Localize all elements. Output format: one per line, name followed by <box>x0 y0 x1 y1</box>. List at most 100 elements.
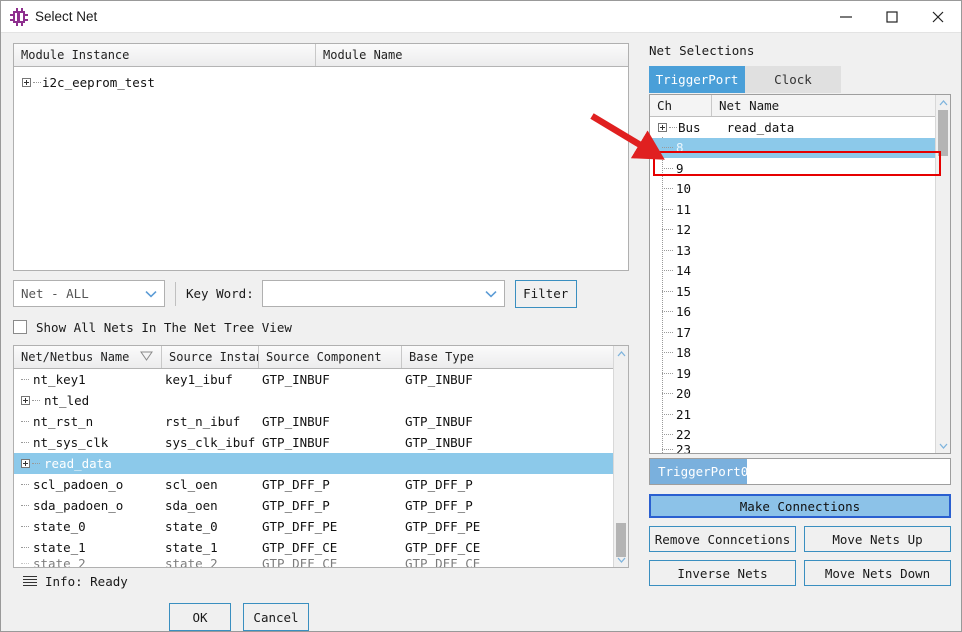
scroll-thumb[interactable] <box>616 523 626 557</box>
column-header-source-component[interactable]: Source Component <box>259 346 402 368</box>
channel-row-selected[interactable]: 8 <box>650 137 935 158</box>
table-row[interactable]: state_1 state_1 GTP_DFF_CE GTP_DFF_CE <box>14 537 613 558</box>
channel-row[interactable]: 10 <box>650 179 935 200</box>
minimize-button[interactable] <box>823 1 869 33</box>
base-type: GTP_INBUF <box>405 414 473 429</box>
inverse-nets-button[interactable]: Inverse Nets <box>649 560 796 586</box>
expand-icon[interactable] <box>658 122 667 132</box>
scroll-up-icon[interactable] <box>936 95 950 110</box>
channel-row[interactable]: 9 <box>650 158 935 179</box>
divider <box>175 281 176 306</box>
net-name: nt_sys_clk <box>33 435 109 450</box>
cancel-button[interactable]: Cancel <box>243 603 309 631</box>
scroll-up-icon[interactable] <box>614 346 628 361</box>
base-type: GTP_DFF_PE <box>405 519 481 534</box>
table-row[interactable]: nt_led <box>14 390 613 411</box>
scroll-thumb[interactable] <box>938 110 948 156</box>
tab-triggerport[interactable]: TriggerPort <box>649 66 745 93</box>
channel-row-bus[interactable]: Bus read_data <box>650 117 935 138</box>
net-table-scrollbar[interactable] <box>613 346 628 567</box>
channel-row[interactable]: 23 <box>650 445 935 453</box>
channel-row[interactable]: 18 <box>650 343 935 364</box>
channel-row[interactable]: 13 <box>650 240 935 261</box>
channel-label: 9 <box>676 160 684 176</box>
tree-connector <box>662 352 673 354</box>
net-scope-select[interactable]: Net - ALL <box>13 280 165 307</box>
channel-row[interactable]: 14 <box>650 261 935 282</box>
table-row[interactable]: state_0 state_0 GTP_DFF_PE GTP_DFF_PE <box>14 516 613 537</box>
dialog-footer: OK Cancel <box>13 594 639 632</box>
scroll-track[interactable] <box>936 110 950 438</box>
scroll-down-icon[interactable] <box>936 438 950 453</box>
move-nets-down-button[interactable]: Move Nets Down <box>804 560 951 586</box>
channel-row[interactable]: 11 <box>650 199 935 220</box>
net-list-table[interactable]: Net/Netbus Name Source Instance Source C… <box>13 345 629 568</box>
close-button[interactable] <box>915 1 961 33</box>
trigger-port-list[interactable]: TriggerPort0 <box>649 458 951 485</box>
column-header-net-name-label: Net/Netbus Name <box>21 350 130 364</box>
expand-icon[interactable] <box>21 459 30 468</box>
channel-row[interactable]: 17 <box>650 322 935 343</box>
channel-label: 16 <box>676 304 692 320</box>
remove-connections-button[interactable]: Remove Conncetions <box>649 526 796 552</box>
column-header-base-type[interactable]: Base Type <box>402 346 613 368</box>
net-name: state_2 <box>33 558 86 567</box>
column-header-ch[interactable]: Ch <box>650 95 712 116</box>
filter-row: Net - ALL Key Word: Filter <box>13 279 639 308</box>
channel-table-body: Bus read_data 8 9 10 11 12 13 14 15 16 1… <box>650 117 935 453</box>
column-header-module-name[interactable]: Module Name <box>316 44 628 66</box>
channel-table-scrollbar[interactable] <box>935 95 950 453</box>
show-all-nets-checkbox-row[interactable]: Show All Nets In The Net Tree View <box>13 317 639 337</box>
channel-row[interactable]: 15 <box>650 281 935 302</box>
column-header-module-instance[interactable]: Module Instance <box>14 44 316 66</box>
channel-row[interactable]: 21 <box>650 404 935 425</box>
source-instance: rst_n_ibuf <box>165 414 241 429</box>
channel-row[interactable]: 16 <box>650 302 935 323</box>
table-row[interactable]: sda_padoen_o sda_oen GTP_DFF_P GTP_DFF_P <box>14 495 613 516</box>
list-icon <box>23 575 37 587</box>
table-row[interactable]: nt_sys_clk sys_clk_ibuf GTP_INBUF GTP_IN… <box>14 432 613 453</box>
channel-label: Bus <box>678 119 701 135</box>
column-header-net-name[interactable]: Net/Netbus Name <box>14 346 162 368</box>
tab-clock[interactable]: Clock <box>745 66 841 93</box>
channel-row[interactable]: 20 <box>650 384 935 405</box>
table-row[interactable]: scl_padoen_o scl_oen GTP_DFF_P GTP_DFF_P <box>14 474 613 495</box>
net-table-header: Net/Netbus Name Source Instance Source C… <box>14 346 613 369</box>
channel-row[interactable]: 12 <box>650 220 935 241</box>
column-header-source-instance[interactable]: Source Instance <box>162 346 259 368</box>
channel-label: 22 <box>676 427 692 443</box>
net-name: scl_padoen_o <box>33 477 124 492</box>
module-instance-tree[interactable]: Module Instance Module Name i2c_eeprom_t… <box>13 43 629 271</box>
trigger-port-item[interactable]: TriggerPort0 <box>650 459 748 484</box>
expand-icon[interactable] <box>22 77 31 87</box>
show-all-nets-checkbox[interactable] <box>13 320 27 334</box>
chevron-down-icon[interactable] <box>478 290 504 298</box>
tree-connector <box>662 167 673 169</box>
scroll-track[interactable] <box>614 361 628 557</box>
channel-table[interactable]: Ch Net Name Bus read_data 8 9 10 11 12 1… <box>649 94 951 454</box>
column-header-net-name[interactable]: Net Name <box>712 95 935 116</box>
tree-connector <box>662 311 673 313</box>
keyword-input[interactable] <box>261 280 505 307</box>
tree-connector <box>662 147 673 149</box>
table-row[interactable]: state_2 state_2 GTP_DFF_CE GTP_DFF_CE <box>14 558 613 567</box>
channel-row[interactable]: 22 <box>650 425 935 446</box>
tree-connector <box>33 81 41 83</box>
move-nets-up-button[interactable]: Move Nets Up <box>804 526 951 552</box>
tree-connector <box>662 188 673 190</box>
ok-button[interactable]: OK <box>169 603 231 631</box>
table-row[interactable]: nt_rst_n rst_n_ibuf GTP_INBUF GTP_INBUF <box>14 411 613 432</box>
tree-item-i2c-eeprom-test[interactable]: i2c_eeprom_test <box>14 72 628 92</box>
maximize-button[interactable] <box>869 1 915 33</box>
source-instance: state_1 <box>165 540 218 555</box>
sort-descending-icon <box>140 350 153 364</box>
table-row[interactable]: nt_key1 key1_ibuf GTP_INBUF GTP_INBUF <box>14 369 613 390</box>
channel-row[interactable]: 19 <box>650 363 935 384</box>
expand-icon[interactable] <box>21 396 30 405</box>
tree-connector <box>662 270 673 272</box>
tree-item-label: i2c_eeprom_test <box>42 74 155 90</box>
filter-button[interactable]: Filter <box>514 279 577 308</box>
module-tree-header: Module Instance Module Name <box>14 44 628 67</box>
make-connections-button[interactable]: Make Connections <box>649 494 951 518</box>
table-row-selected[interactable]: read_data <box>14 453 613 474</box>
